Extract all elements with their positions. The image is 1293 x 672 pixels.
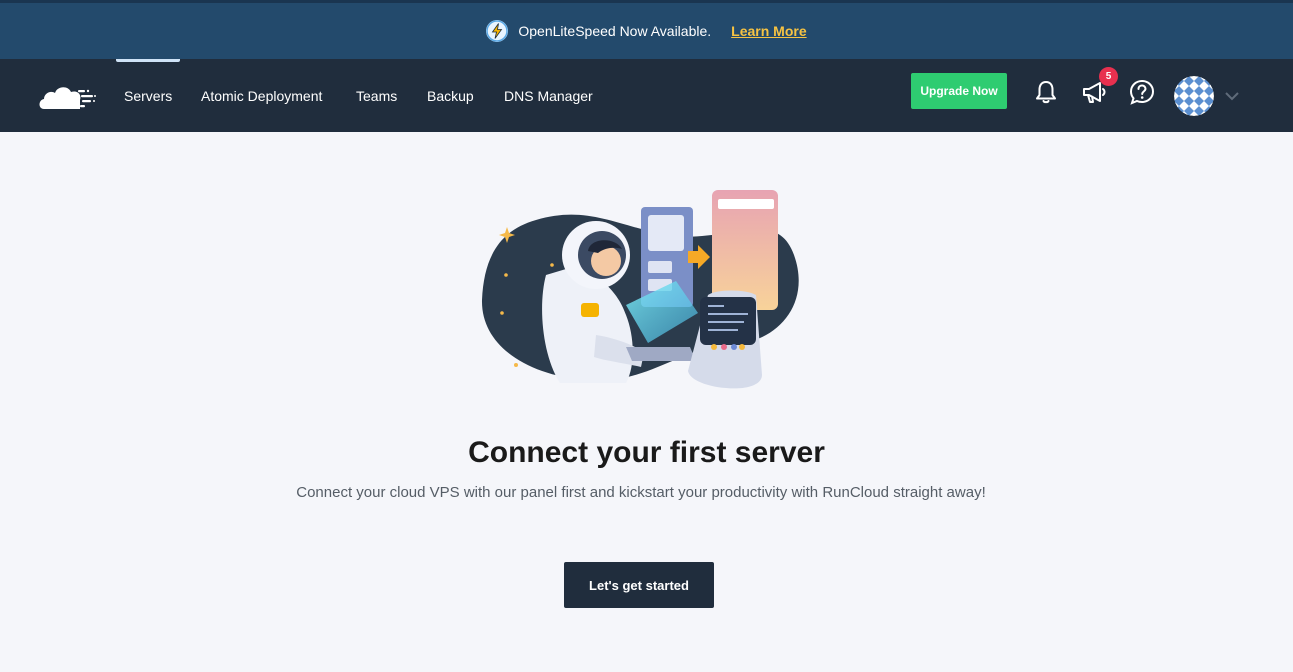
announcement-bar: OpenLiteSpeed Now Available. Learn More: [0, 0, 1293, 59]
page-subtitle: Connect your cloud VPS with our panel fi…: [296, 484, 986, 501]
help-icon[interactable]: [1127, 77, 1157, 107]
nav-servers[interactable]: Servers: [115, 59, 181, 132]
chevron-down-icon[interactable]: [1224, 89, 1240, 101]
nav-backup[interactable]: Backup: [427, 59, 474, 132]
runcloud-logo[interactable]: [38, 81, 96, 111]
announcements-badge: 5: [1099, 67, 1118, 86]
announcement-text: OpenLiteSpeed Now Available.: [518, 23, 712, 39]
main-navbar: Servers Atomic Deployment Teams Backup D…: [0, 59, 1293, 132]
page-title: Connect your first server: [468, 436, 825, 469]
get-started-button[interactable]: Let's get started: [564, 562, 714, 608]
astronaut-illustration: [476, 185, 812, 395]
learn-more-link[interactable]: Learn More: [731, 23, 806, 39]
lightning-icon: [486, 20, 509, 42]
nav-atomic-deployment[interactable]: Atomic Deployment: [201, 59, 322, 132]
bell-icon[interactable]: [1031, 77, 1061, 107]
nav-dns-manager[interactable]: DNS Manager: [504, 59, 593, 132]
nav-teams[interactable]: Teams: [356, 59, 397, 132]
avatar[interactable]: [1174, 76, 1214, 116]
upgrade-now-button[interactable]: Upgrade Now: [911, 73, 1007, 109]
